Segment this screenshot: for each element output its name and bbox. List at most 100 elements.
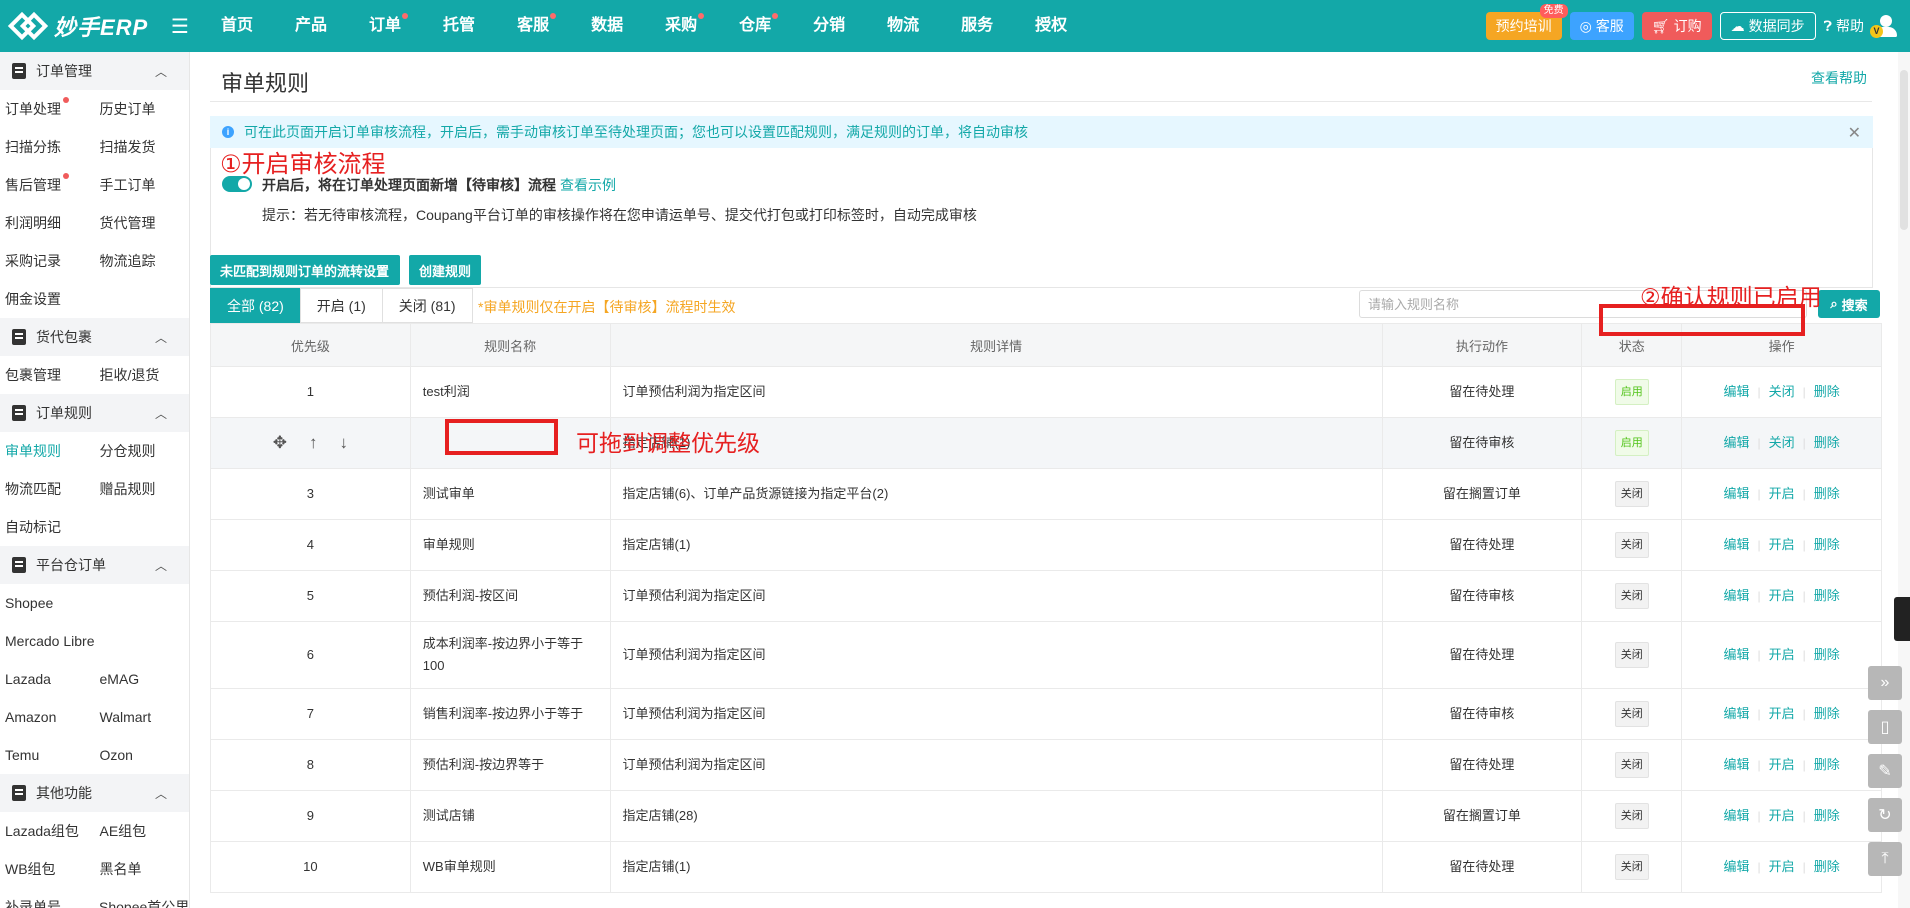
op-link[interactable]: 编辑 bbox=[1723, 534, 1749, 556]
op-link[interactable]: 开启 bbox=[1769, 483, 1795, 505]
op-link[interactable]: 开启 bbox=[1769, 703, 1795, 725]
sidebar-item[interactable]: 分仓规则 bbox=[95, 441, 190, 461]
sidebar-item[interactable]: eMAG bbox=[95, 671, 190, 687]
create-rule-button[interactable]: 创建规则 bbox=[409, 255, 482, 285]
sidebar-item[interactable]: Temu bbox=[0, 747, 95, 763]
nav-item[interactable]: 仓库 bbox=[718, 0, 792, 52]
sidebar-item[interactable]: 佣金设置 bbox=[0, 289, 95, 309]
op-link[interactable]: 删除 bbox=[1814, 856, 1840, 878]
nav-item[interactable]: 首页 bbox=[200, 0, 274, 52]
table-row[interactable]: 10 WB审单规则 指定店铺(1) 留在待处理 关闭 编辑 | 开启 | 删除 bbox=[210, 842, 1882, 893]
op-link[interactable]: 编辑 bbox=[1723, 483, 1749, 505]
sidebar-item[interactable]: Ozon bbox=[95, 747, 190, 763]
op-link[interactable]: 编辑 bbox=[1723, 432, 1749, 454]
op-link[interactable]: 删除 bbox=[1814, 483, 1840, 505]
refresh-icon[interactable]: ↻ bbox=[1868, 798, 1902, 832]
sidebar-item[interactable]: 扫描分拣 bbox=[0, 137, 95, 157]
sidebar-item[interactable]: 货代管理 bbox=[95, 213, 190, 233]
move-up-icon[interactable]: ↑ bbox=[309, 432, 318, 454]
op-link[interactable]: 开启 bbox=[1769, 805, 1795, 827]
search-button[interactable]: ⌕ 搜索 bbox=[1818, 290, 1880, 318]
sidebar-item[interactable]: 自动标记 bbox=[0, 517, 95, 537]
op-link[interactable]: 编辑 bbox=[1723, 644, 1749, 666]
sidebar-item[interactable]: Lazada组包 bbox=[0, 821, 95, 841]
op-link[interactable]: 删除 bbox=[1814, 534, 1840, 556]
nav-item[interactable]: 产品 bbox=[274, 0, 348, 52]
sidebar-item[interactable]: 采购记录 bbox=[0, 251, 95, 271]
nav-item[interactable]: 托管 bbox=[422, 0, 496, 52]
nav-item[interactable]: 采购 bbox=[644, 0, 718, 52]
table-row[interactable]: 8 预估利润-按边界等于 订单预估利润为指定区间 留在待处理 关闭 编辑 | 开启 | 删除 bbox=[210, 740, 1882, 791]
sidebar-group[interactable]: 其他功能 ︿ bbox=[0, 774, 189, 812]
side-tab-handle[interactable] bbox=[1894, 597, 1910, 641]
op-link[interactable]: 开启 bbox=[1769, 534, 1795, 556]
sidebar-group[interactable]: 订单管理 ︿ bbox=[0, 52, 189, 90]
nav-item[interactable]: 服务 bbox=[940, 0, 1014, 52]
review-flow-toggle[interactable] bbox=[222, 176, 252, 192]
sidebar-item[interactable]: 赠品规则 bbox=[95, 479, 190, 499]
op-link[interactable]: 开启 bbox=[1769, 644, 1795, 666]
sidebar-item[interactable]: 拒收/退货 bbox=[95, 365, 190, 385]
sidebar-item[interactable]: Mercado Libre bbox=[0, 633, 95, 649]
op-link[interactable]: 删除 bbox=[1814, 644, 1840, 666]
chevron-up-icon[interactable]: ︿ bbox=[155, 63, 167, 80]
menu-toggle-icon[interactable]: ☰ bbox=[160, 14, 200, 39]
sidebar-item[interactable]: 订单处理 bbox=[0, 97, 95, 119]
table-row[interactable]: 1 test利润 订单预估利润为指定区间 留在待处理 启用 编辑 | 关闭 | 删除 bbox=[210, 367, 1882, 418]
sidebar-item[interactable]: Shopee bbox=[0, 595, 95, 611]
op-link[interactable]: 编辑 bbox=[1723, 585, 1749, 607]
help-button[interactable]: ❓︎ 帮助 bbox=[1824, 16, 1864, 36]
nav-item[interactable]: 分销 bbox=[792, 0, 866, 52]
sidebar-group[interactable]: 平台仓订单 ︿ bbox=[0, 546, 189, 584]
filter-tab[interactable]: 关闭 (81) bbox=[381, 288, 473, 323]
nav-item[interactable]: 授权 bbox=[1014, 0, 1088, 52]
sidebar-item[interactable]: 手工订单 bbox=[95, 175, 190, 195]
op-link[interactable]: 删除 bbox=[1814, 754, 1840, 776]
sidebar-item[interactable]: 物流追踪 bbox=[95, 251, 190, 271]
mobile-icon[interactable]: ▯ bbox=[1868, 710, 1902, 744]
chevron-up-icon[interactable]: ︿ bbox=[155, 785, 167, 802]
table-row[interactable]: 4 审单规则 指定店铺(1) 留在待处理 关闭 编辑 | 开启 | 删除 bbox=[210, 520, 1882, 571]
sidebar-item[interactable]: 扫描发货 bbox=[95, 137, 190, 157]
sidebar-item[interactable]: 物流匹配 bbox=[0, 479, 95, 499]
op-link[interactable]: 编辑 bbox=[1723, 805, 1749, 827]
op-link[interactable]: 编辑 bbox=[1723, 703, 1749, 725]
training-button[interactable]: 预约培训 免费 bbox=[1485, 4, 1568, 40]
nav-item[interactable]: 数据 bbox=[570, 0, 644, 52]
sidebar-item[interactable]: 黑名单 bbox=[95, 859, 190, 879]
sidebar-item[interactable]: 利润明细 bbox=[0, 213, 95, 233]
user-avatar[interactable]: V bbox=[1870, 13, 1898, 39]
sidebar-item[interactable]: 补录单号 bbox=[0, 897, 94, 908]
table-row[interactable]: 3 测试审单 指定店铺(6)、订单产品货源链接为指定平台(2) 留在搁置订单 关闭 编辑 |… bbox=[210, 469, 1882, 520]
sidebar-item[interactable]: WB组包 bbox=[0, 859, 95, 879]
table-row[interactable]: 6 成本利润率-按边界小于等于100 订单预估利润为指定区间 留在待处理 关闭 编辑 | 开启… bbox=[210, 622, 1882, 689]
feedback-icon[interactable]: ✎ bbox=[1868, 754, 1902, 788]
table-row[interactable]: 9 测试店铺 指定店铺(28) 留在搁置订单 关闭 编辑 | 开启 | 删除 bbox=[210, 791, 1882, 842]
order-button[interactable]: 🛒︎ 订购 bbox=[1641, 12, 1712, 40]
table-row[interactable]: 5 预估利润-按区间 订单预估利润为指定区间 留在待审核 关闭 编辑 | 开启 | 删除 bbox=[210, 571, 1882, 622]
sidebar-item[interactable]: 包裹管理 bbox=[0, 365, 95, 385]
sidebar-item[interactable]: AE组包 bbox=[95, 821, 190, 841]
brand-logo[interactable]: 妙手ERP bbox=[0, 10, 160, 42]
scroll-thumb[interactable] bbox=[1900, 70, 1908, 230]
expand-icon[interactable]: » bbox=[1868, 666, 1902, 700]
close-icon[interactable]: ✕ bbox=[1848, 123, 1861, 143]
op-link[interactable]: 开启 bbox=[1769, 585, 1795, 607]
view-help-link[interactable]: 查看帮助 bbox=[1811, 68, 1867, 88]
back-to-top-icon[interactable]: ⤒ bbox=[1868, 842, 1902, 876]
drag-move-icon[interactable]: ✥ bbox=[273, 432, 287, 454]
op-link[interactable]: 删除 bbox=[1814, 432, 1840, 454]
op-link[interactable]: 关闭 bbox=[1769, 381, 1795, 403]
op-link[interactable]: 删除 bbox=[1814, 381, 1840, 403]
filter-tab[interactable]: 全部 (82) bbox=[210, 288, 301, 323]
sidebar-item[interactable]: 售后管理 bbox=[0, 173, 95, 195]
sidebar-item[interactable]: 审单规则 bbox=[0, 441, 95, 461]
nav-item[interactable]: 客服 bbox=[496, 0, 570, 52]
op-link[interactable]: 删除 bbox=[1814, 805, 1840, 827]
data-sync-button[interactable]: ☁ 数据同步 bbox=[1719, 12, 1816, 40]
sidebar-item[interactable]: Lazada bbox=[0, 671, 95, 687]
sidebar-group[interactable]: 订单规则 ︿ bbox=[0, 394, 189, 432]
sidebar-item[interactable]: 历史订单 bbox=[95, 99, 190, 119]
service-button[interactable]: ◎ 客服 bbox=[1569, 12, 1634, 40]
chevron-up-icon[interactable]: ︿ bbox=[155, 329, 167, 346]
